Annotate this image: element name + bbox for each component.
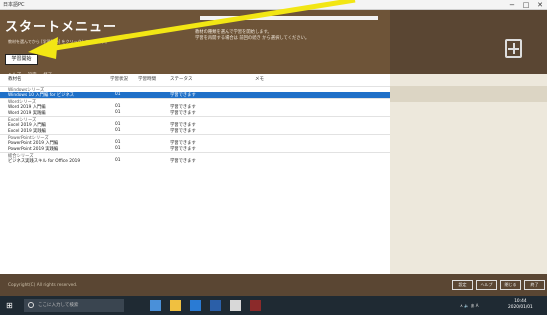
info-text: 教材の種類を選んで学習を開始します。 学習を再開する場合は 前回の続き から選択… xyxy=(195,30,309,42)
plus-box-icon[interactable] xyxy=(505,39,522,58)
taskbar-apps xyxy=(150,300,261,311)
table-cell: 01 xyxy=(115,158,121,163)
windows-start-icon[interactable]: ⊞ xyxy=(6,301,15,310)
header-right-panel xyxy=(390,10,547,74)
column-header[interactable]: ステータス xyxy=(170,76,193,82)
minimize-button[interactable]: − xyxy=(505,0,519,10)
column-header[interactable]: 学習時間 xyxy=(138,76,156,82)
table-cell: 01 xyxy=(115,104,121,109)
close-button[interactable]: ✕ xyxy=(533,0,547,10)
table-cell: 01 xyxy=(115,92,121,97)
footer-buttons: 設定 ヘルプ 閉じる 終了 xyxy=(452,280,545,290)
column-header[interactable]: 教材名 xyxy=(8,76,22,82)
copyright-text: Copyright(C) All rights reserved. xyxy=(8,283,78,288)
footer-button-close[interactable]: 閉じる xyxy=(500,280,521,290)
column-header[interactable]: 学習状況 xyxy=(110,76,128,82)
table-cell: 01 xyxy=(115,110,121,115)
file-explorer-icon[interactable] xyxy=(170,300,181,311)
table-cell: 01 xyxy=(115,128,121,133)
table-header: 教材名 学習状況 学習時間 ステータス メモ xyxy=(0,76,390,83)
app-icon[interactable] xyxy=(250,300,261,311)
table-row[interactable]: ビジネス実践スキル for Office 2019 01 学習できます xyxy=(0,158,390,164)
search-placeholder: ここに入力して検索 xyxy=(38,303,79,308)
taskbar: ⊞ ここに入力して検索 ∧ 🔈 あ A 10:44 2020/01/01 xyxy=(0,296,547,315)
table-cell: 01 xyxy=(115,146,121,151)
start-learning-button[interactable]: 学習開始 xyxy=(5,54,38,65)
table-cell: 01 xyxy=(115,122,121,127)
column-header[interactable]: メモ xyxy=(255,76,264,82)
header-banner: スタートメニュー 教材を選んでから [学習開始] をクリックしてください。 学習… xyxy=(0,10,390,78)
table-cell: ビジネス実践スキル for Office 2019 xyxy=(8,159,81,164)
table-body: Windowsシリーズ Windows 10 入門編 for ビジネス 01 学習でき… xyxy=(0,86,390,164)
info-line-2: 学習を再開する場合は 前回の続き から選択してください。 xyxy=(195,36,310,41)
course-list: 教材名 学習状況 学習時間 ステータス メモ Windowsシリーズ Window… xyxy=(0,74,390,274)
page-title: スタートメニュー xyxy=(5,20,118,35)
footer-button-help[interactable]: ヘルプ xyxy=(476,280,497,290)
store-icon[interactable] xyxy=(210,300,221,311)
header-bar xyxy=(200,16,378,20)
banner-note: 教材を選んでから [学習開始] をクリックしてください。 xyxy=(8,39,110,44)
footer: Copyright(C) All rights reserved. 設定 ヘルプ… xyxy=(0,274,547,296)
detail-panel xyxy=(390,74,547,274)
detail-band xyxy=(390,86,547,102)
clock-date: 2020/01/01 xyxy=(508,305,533,310)
system-tray[interactable]: ∧ 🔈 あ A xyxy=(460,303,478,309)
title-bar: 日本語PC − □ ✕ xyxy=(0,0,547,10)
maximize-button[interactable]: □ xyxy=(519,0,533,10)
table-cell: 学習できます xyxy=(170,159,196,164)
mail-icon[interactable] xyxy=(230,300,241,311)
taskbar-clock[interactable]: 10:44 2020/01/01 xyxy=(508,299,533,311)
edge-browser-icon[interactable] xyxy=(190,300,201,311)
search-icon xyxy=(28,302,34,308)
taskbar-search-input[interactable]: ここに入力して検索 xyxy=(24,299,124,312)
window-title: 日本語PC xyxy=(3,2,25,8)
footer-button-settings[interactable]: 設定 xyxy=(452,280,473,290)
footer-button-exit[interactable]: 終了 xyxy=(524,280,545,290)
table-cell: 01 xyxy=(115,140,121,145)
task-view-icon[interactable] xyxy=(150,300,161,311)
